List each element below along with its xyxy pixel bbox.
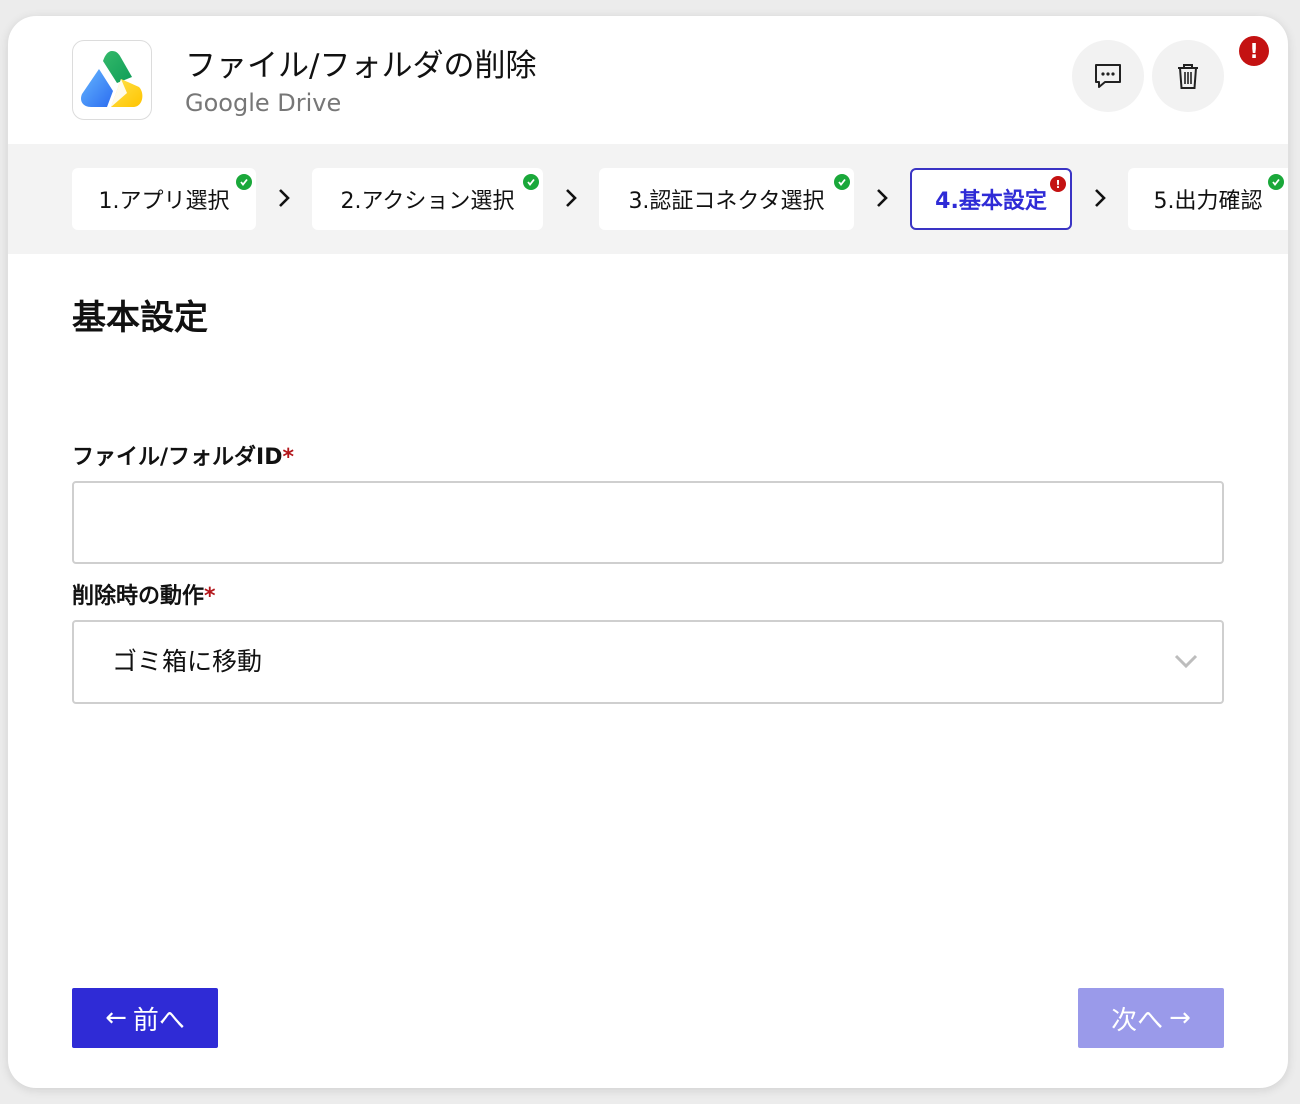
app-name: Google Drive — [185, 89, 342, 117]
page-title: ファイル/フォルダの削除 — [185, 48, 537, 84]
chevron-right-icon — [1090, 186, 1110, 210]
chevron-right-icon — [274, 186, 294, 210]
trash-icon — [1178, 64, 1198, 89]
required-mark: * — [282, 445, 294, 470]
step-basic-settings[interactable]: 4.基本設定 ! — [910, 168, 1072, 230]
step-action-select[interactable]: 2.アクション選択 — [312, 168, 543, 230]
comment-icon — [1095, 64, 1121, 88]
step-output-check[interactable]: 5.出力確認 — [1128, 168, 1288, 230]
step-label: 5.出力確認 — [1153, 189, 1263, 214]
next-button[interactable]: 次へ → — [1078, 988, 1224, 1048]
comment-button[interactable] — [1072, 40, 1144, 112]
arrow-left-icon: ← — [105, 1003, 127, 1033]
step-app-select[interactable]: 1.アプリ選択 — [72, 168, 256, 230]
delete-action-select[interactable]: ゴミ箱に移動 — [72, 620, 1224, 704]
file-id-input[interactable] — [72, 481, 1224, 564]
delete-action-label: 削除時の動作* — [72, 584, 216, 609]
section-title: 基本設定 — [72, 298, 208, 338]
step-navigation: 1.アプリ選択 2.アクション選択 3.認証コネクタ選択 4.基本設定 ! 5.… — [8, 144, 1288, 254]
error-icon: ! — [1050, 176, 1066, 192]
check-icon — [236, 174, 252, 190]
step-label: 2.アクション選択 — [340, 189, 515, 214]
chevron-right-icon — [872, 186, 892, 210]
chevron-right-icon — [561, 186, 581, 210]
previous-button[interactable]: ← 前へ — [72, 988, 218, 1048]
previous-button-label: 前へ — [132, 1005, 185, 1036]
chevron-down-icon — [1174, 654, 1198, 669]
delete-action-selected-value: ゴミ箱に移動 — [112, 647, 263, 676]
step-label: 4.基本設定 — [935, 189, 1047, 214]
step-connector-select[interactable]: 3.認証コネクタ選択 — [599, 168, 854, 230]
alert-badge: ! — [1239, 36, 1269, 66]
delete-button[interactable] — [1152, 40, 1224, 112]
step-label: 1.アプリ選択 — [98, 189, 230, 214]
step-label: 3.認証コネクタ選択 — [628, 189, 825, 214]
dialog-card: ファイル/フォルダの削除 Google Drive ! 1.アプリ選択 2.アク… — [8, 16, 1288, 1088]
check-icon — [834, 174, 850, 190]
next-button-label: 次へ — [1111, 1005, 1164, 1036]
arrow-right-icon: → — [1169, 1003, 1191, 1033]
check-icon — [523, 174, 539, 190]
check-icon — [1268, 174, 1284, 190]
required-mark: * — [204, 584, 216, 609]
file-id-label: ファイル/フォルダID* — [72, 445, 294, 470]
google-drive-logo-icon — [72, 40, 152, 120]
